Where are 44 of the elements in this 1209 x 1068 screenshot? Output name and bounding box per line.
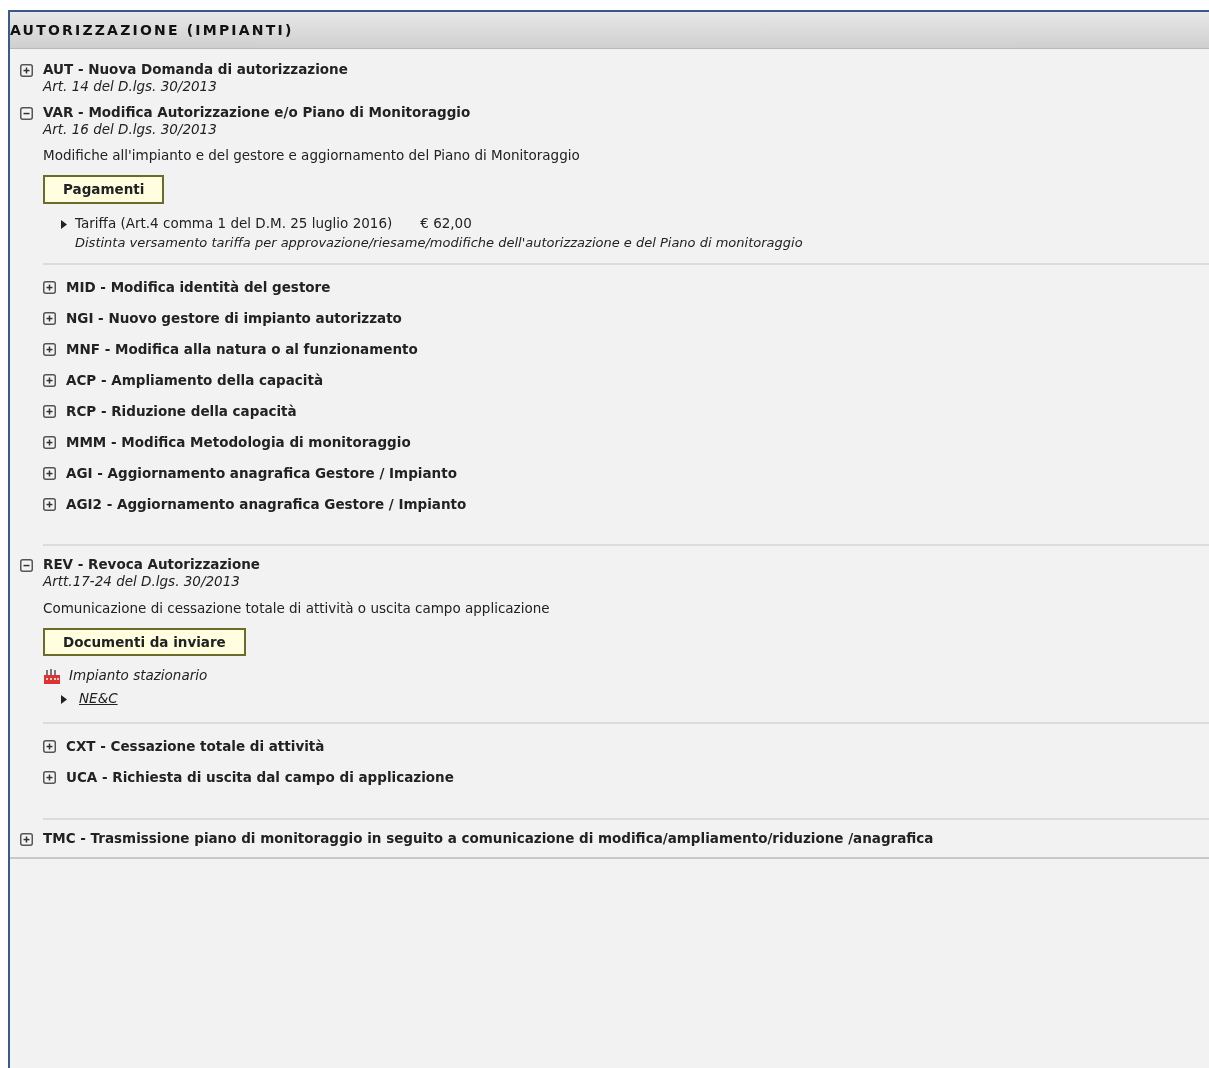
expand-icon[interactable]	[43, 312, 56, 326]
factory-icon	[43, 667, 61, 685]
procedure-description: Comunicazione di cessazione totale di attività o uscita campo applicazione	[43, 598, 551, 618]
category-label: Impianto stazionario	[69, 666, 208, 685]
arrow-icon	[61, 219, 67, 229]
expand-icon[interactable]	[43, 739, 56, 753]
legal-reference: Art. 16 del D.lgs. 30/2013	[43, 120, 218, 138]
procedure-title[interactable]: TMC - Trasmissione piano di monitoraggio in seguito a comunicazione di modifica/ampliamento/riduzione /anagrafica	[43, 829, 1209, 847]
fee-note: Distinta versamento tariffa per approvazione/riesame/modifiche dell'autorizzazione e del Piano di monitoraggio	[75, 234, 803, 252]
expand-icon[interactable]	[43, 281, 56, 295]
subprocedure-title[interactable]: CXT - Cessazione totale di attività	[66, 737, 325, 755]
subprocedure-title[interactable]: MMM - Modifica Metodologia di monitoraggio	[66, 433, 411, 451]
section-label: Documenti da inviare	[43, 627, 246, 656]
subprocedure-title[interactable]: MNF - Modifica alla natura o al funzionamento	[66, 341, 418, 359]
expand-icon[interactable]	[43, 466, 56, 480]
collapse-icon[interactable]	[20, 107, 33, 121]
collapse-icon[interactable]	[20, 559, 33, 573]
expand-icon[interactable]	[20, 64, 33, 77]
subprocedure-title[interactable]: RCP - Riduzione della capacità	[66, 402, 297, 420]
expand-icon[interactable]	[20, 832, 33, 846]
legal-reference: Artt.17-24 del D.lgs. 30/2013	[43, 573, 241, 590]
subprocedure-title[interactable]: AGI2 - Aggiornamento anagrafica Gestore / Impianto	[66, 495, 467, 513]
fee-amount: € 62,00	[420, 214, 472, 231]
procedure-description: Modifiche all'impianto e del gestore e aggiornamento del Piano di Monitoraggio	[43, 146, 581, 166]
subprocedure-title[interactable]: UCA - Richiesta di uscita dal campo di applicazione	[66, 768, 454, 786]
expand-icon[interactable]	[43, 435, 56, 449]
procedure-title[interactable]: AUT - Nuova Domanda di autorizzazione	[43, 61, 1209, 78]
expand-icon[interactable]	[43, 374, 56, 387]
expand-icon[interactable]	[43, 770, 56, 784]
legal-reference: Art. 14 del D.lgs. 30/2013	[43, 77, 218, 95]
subprocedure-title[interactable]: AGI - Aggiornamento anagrafica Gestore / Impianto	[66, 464, 457, 482]
subprocedure-title[interactable]: ACP - Ampliamento della capacità	[66, 372, 324, 389]
fee-label: Tariffa (Art.4 comma 1 del D.M. 25 luglio 2016)	[75, 214, 393, 231]
subprocedure-title[interactable]: NGI - Nuovo gestore di impianto autorizzato	[66, 310, 402, 328]
procedure-title[interactable]: REV - Revoca Autorizzazione	[43, 556, 1209, 574]
procedure-title[interactable]: VAR - Modifica Autorizzazione e/o Piano di Monitoraggio	[43, 104, 1209, 121]
document-link[interactable]: NE&C	[79, 686, 118, 710]
expand-icon[interactable]	[43, 343, 56, 357]
arrow-icon	[61, 694, 67, 704]
expand-icon[interactable]	[43, 497, 56, 511]
panel-title: AUTORIZZAZIONE (IMPIANTI)	[10, 21, 295, 40]
subprocedure-title[interactable]: MID - Modifica identità del gestore	[66, 279, 331, 297]
expand-icon[interactable]	[43, 404, 56, 418]
section-label: Pagamenti	[43, 175, 165, 204]
